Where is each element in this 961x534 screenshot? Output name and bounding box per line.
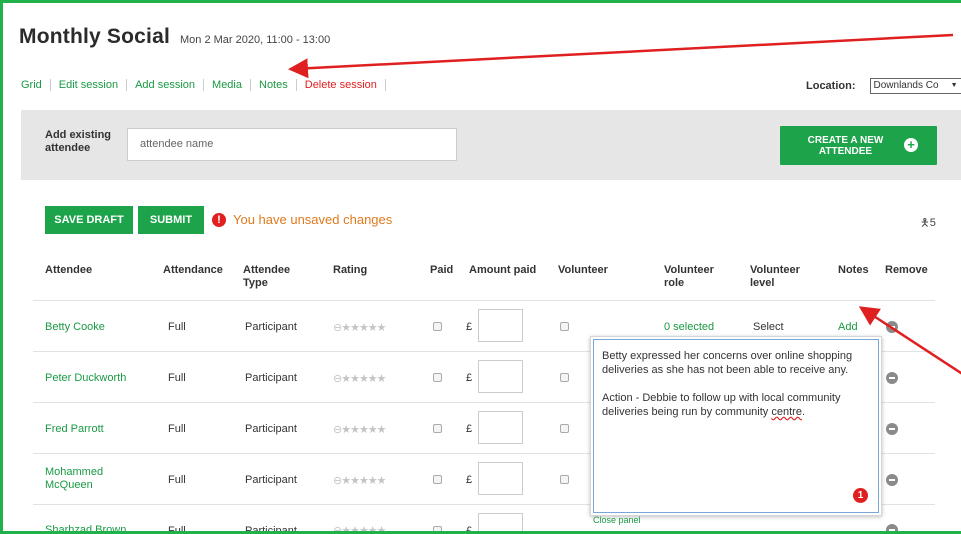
currency-symbol: £ xyxy=(466,372,473,384)
remove-icon[interactable] xyxy=(886,372,898,384)
th-rating: Rating xyxy=(333,264,368,276)
attendance-value[interactable]: Full xyxy=(168,423,186,436)
amount-paid-input[interactable] xyxy=(478,462,523,495)
nav-media[interactable]: Media xyxy=(203,79,250,91)
th-volunteer: Volunteer xyxy=(558,264,608,276)
attendee-type-value[interactable]: Participant xyxy=(245,372,297,385)
notes-textarea[interactable]: Betty expressed her concerns over online… xyxy=(593,339,879,513)
add-attendee-panel: Add existing attendee attendee name CREA… xyxy=(21,110,961,180)
th-attendee: Attendee xyxy=(45,264,93,276)
currency-symbol: £ xyxy=(466,423,473,435)
rating-stars-icon[interactable]: ⊖★★★★★ xyxy=(333,474,387,487)
paid-checkbox[interactable] xyxy=(433,526,442,531)
session-datetime: Mon 2 Mar 2020, 11:00 - 13:00 xyxy=(179,34,331,46)
rating-stars-icon[interactable]: ⊖★★★★★ xyxy=(333,372,387,385)
notes-paragraph: Betty expressed her concerns over online… xyxy=(602,350,853,376)
attendee-type-value[interactable]: Participant xyxy=(245,474,297,487)
th-remove: Remove xyxy=(885,264,928,276)
th-volunteer-level: Volunteer level xyxy=(750,264,800,289)
th-volunteer-role: Volunteer role xyxy=(664,264,714,289)
volunteer-checkbox[interactable] xyxy=(560,475,569,484)
attendee-name-link[interactable]: Fred Parrott xyxy=(45,423,135,436)
session-header: Monthly Social Mon 2 Mar 2020, 11:00 - 1… xyxy=(19,25,330,49)
create-attendee-label: CREATE A NEW ATTENDEE xyxy=(807,135,884,157)
attendee-type-value[interactable]: Participant xyxy=(245,423,297,436)
attendance-value[interactable]: Full xyxy=(168,474,186,487)
nav-add-session[interactable]: Add session xyxy=(126,79,203,91)
paid-checkbox[interactable] xyxy=(433,424,442,433)
remove-icon[interactable] xyxy=(886,474,898,486)
paid-checkbox[interactable] xyxy=(433,373,442,382)
attendee-name-link[interactable]: Mohammed McQueen xyxy=(45,466,135,492)
notes-panel: Betty expressed her concerns over online… xyxy=(590,336,882,516)
warning-icon: ! xyxy=(212,212,226,227)
nav-edit-session[interactable]: Edit session xyxy=(49,79,126,91)
unsaved-text: You have unsaved changes xyxy=(233,212,393,227)
amount-paid-input[interactable] xyxy=(478,411,523,444)
volunteer-checkbox[interactable] xyxy=(560,373,569,382)
remove-icon[interactable] xyxy=(886,423,898,435)
amount-paid-input[interactable] xyxy=(478,360,523,393)
person-icon: 🯅 xyxy=(920,217,930,229)
attendee-type-value[interactable]: Participant xyxy=(245,525,297,531)
attendee-name-link[interactable]: Peter Duckworth xyxy=(45,372,135,385)
attendance-value[interactable]: Full xyxy=(168,321,186,334)
remove-icon[interactable] xyxy=(886,524,898,531)
location-select[interactable]: Downlands Co ▼ xyxy=(869,78,961,94)
th-attendance: Attendance xyxy=(163,264,223,276)
page-title: Monthly Social xyxy=(19,25,170,48)
th-amount-paid: Amount paid xyxy=(469,264,537,276)
chevron-down-icon: ▼ xyxy=(950,82,958,89)
page-frame: Monthly Social Mon 2 Mar 2020, 11:00 - 1… xyxy=(0,0,961,534)
currency-symbol: £ xyxy=(466,321,473,333)
rating-stars-icon[interactable]: ⊖★★★★★ xyxy=(333,321,387,334)
nav-grid[interactable]: Grid xyxy=(21,79,50,91)
attendee-name-link[interactable]: Sharhzad Brown xyxy=(45,524,135,531)
attendee-search-input[interactable]: attendee name xyxy=(127,128,457,161)
volunteer-checkbox[interactable] xyxy=(560,322,569,331)
unsaved-warning: ! You have unsaved changes xyxy=(212,212,392,227)
volunteer-checkbox[interactable] xyxy=(560,424,569,433)
amount-paid-input[interactable] xyxy=(478,309,523,342)
nav-notes[interactable]: Notes xyxy=(250,79,296,91)
th-paid: Paid xyxy=(430,264,454,276)
th-notes: Notes xyxy=(838,264,869,276)
attendee-count-value: 5 xyxy=(929,217,936,229)
attendance-value[interactable]: Full xyxy=(168,525,186,531)
attendee-name-link[interactable]: Betty Cooke xyxy=(45,321,135,334)
session-subnav: Grid Edit session Add session Media Note… xyxy=(21,79,386,91)
create-attendee-button[interactable]: CREATE A NEW ATTENDEE + xyxy=(780,126,937,165)
th-attendee-type: Attendee Type xyxy=(243,264,291,289)
location-value: Downlands Co xyxy=(873,80,939,91)
plus-icon: + xyxy=(904,138,918,152)
submit-button[interactable]: SUBMIT xyxy=(138,206,204,234)
close-panel-link[interactable]: Close panel xyxy=(593,515,641,525)
save-draft-button[interactable]: SAVE DRAFT xyxy=(45,206,133,234)
attendance-value[interactable]: Full xyxy=(168,372,186,385)
notification-badge: 1 xyxy=(853,488,868,503)
paid-checkbox[interactable] xyxy=(433,322,442,331)
remove-icon[interactable] xyxy=(886,321,898,333)
attendee-type-value[interactable]: Participant xyxy=(245,321,297,334)
nav-delete-session[interactable]: Delete session xyxy=(295,79,386,91)
rating-stars-icon[interactable]: ⊖★★★★★ xyxy=(333,423,387,436)
volunteer-level-select[interactable]: Select xyxy=(753,321,784,334)
notes-add-link[interactable]: Add xyxy=(838,321,858,334)
currency-symbol: £ xyxy=(466,525,473,534)
paid-checkbox[interactable] xyxy=(433,475,442,484)
misspelled-word: centre xyxy=(771,406,802,418)
volunteer-role-select[interactable]: 0 selected xyxy=(664,321,714,334)
currency-symbol: £ xyxy=(466,474,473,486)
arrow-to-notes-tab xyxy=(288,33,954,79)
notes-paragraph: Action - Debbie to follow up with local … xyxy=(602,391,870,419)
rating-stars-icon[interactable]: ⊖★★★★★ xyxy=(333,524,387,531)
location-label: Location: xyxy=(806,80,856,92)
attendee-count: 🯅5 xyxy=(920,214,936,233)
notes-text: . xyxy=(801,406,805,418)
amount-paid-input[interactable] xyxy=(478,513,523,531)
add-attendee-label: Add existing attendee xyxy=(45,129,112,154)
location-filter: Location: Downlands Co ▼ xyxy=(806,78,961,94)
